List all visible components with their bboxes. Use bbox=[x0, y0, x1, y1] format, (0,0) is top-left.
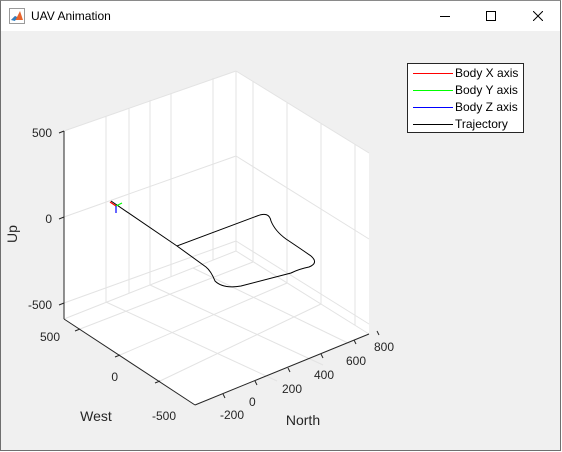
legend-item-body-y: Body Y axis bbox=[408, 82, 525, 99]
north-axis-label: North bbox=[286, 412, 320, 428]
legend-label: Body Y axis bbox=[455, 83, 518, 97]
minimize-button[interactable] bbox=[422, 1, 468, 31]
legend-label: Body X axis bbox=[455, 66, 519, 80]
uav-animation-window: UAV Animation 500 0 -500 500 0 -500 -200… bbox=[0, 0, 561, 451]
title-bar[interactable]: UAV Animation bbox=[1, 1, 560, 31]
maximize-icon bbox=[486, 11, 496, 21]
up-tick-0: 0 bbox=[45, 212, 52, 226]
legend-swatch-blue bbox=[413, 107, 453, 108]
legend-item-trajectory: Trajectory bbox=[408, 116, 525, 133]
axes-panes bbox=[64, 71, 369, 405]
up-axis-label: Up bbox=[4, 225, 20, 243]
matlab-icon bbox=[9, 8, 25, 24]
legend-swatch-green bbox=[413, 90, 453, 91]
west-tick-0: 0 bbox=[111, 370, 118, 384]
legend-label: Body Z axis bbox=[455, 100, 518, 114]
up-tick-500: 500 bbox=[32, 126, 52, 140]
legend-item-body-x: Body X axis bbox=[408, 65, 525, 82]
window-title: UAV Animation bbox=[31, 9, 111, 23]
west-tick-500: 500 bbox=[40, 330, 60, 344]
legend-swatch-red bbox=[413, 73, 453, 74]
north-tick-400: 400 bbox=[314, 368, 334, 382]
north-tick-200: 200 bbox=[282, 382, 302, 396]
north-tick-0: 0 bbox=[249, 395, 256, 409]
north-tick-neg200: -200 bbox=[220, 408, 244, 422]
north-tick-600: 600 bbox=[346, 354, 366, 368]
west-tick-neg500: -500 bbox=[152, 409, 176, 423]
close-button[interactable] bbox=[515, 1, 560, 31]
north-tick-800: 800 bbox=[374, 340, 394, 354]
legend-swatch-black bbox=[413, 124, 453, 125]
maximize-button[interactable] bbox=[468, 1, 514, 31]
west-axis-label: West bbox=[80, 408, 112, 424]
legend[interactable]: Body X axis Body Y axis Body Z axis Traj… bbox=[407, 63, 524, 133]
up-tick-neg500: -500 bbox=[28, 298, 52, 312]
minimize-icon bbox=[440, 16, 450, 17]
legend-item-body-z: Body Z axis bbox=[408, 99, 525, 116]
close-icon bbox=[533, 11, 543, 21]
legend-label: Trajectory bbox=[455, 117, 508, 131]
